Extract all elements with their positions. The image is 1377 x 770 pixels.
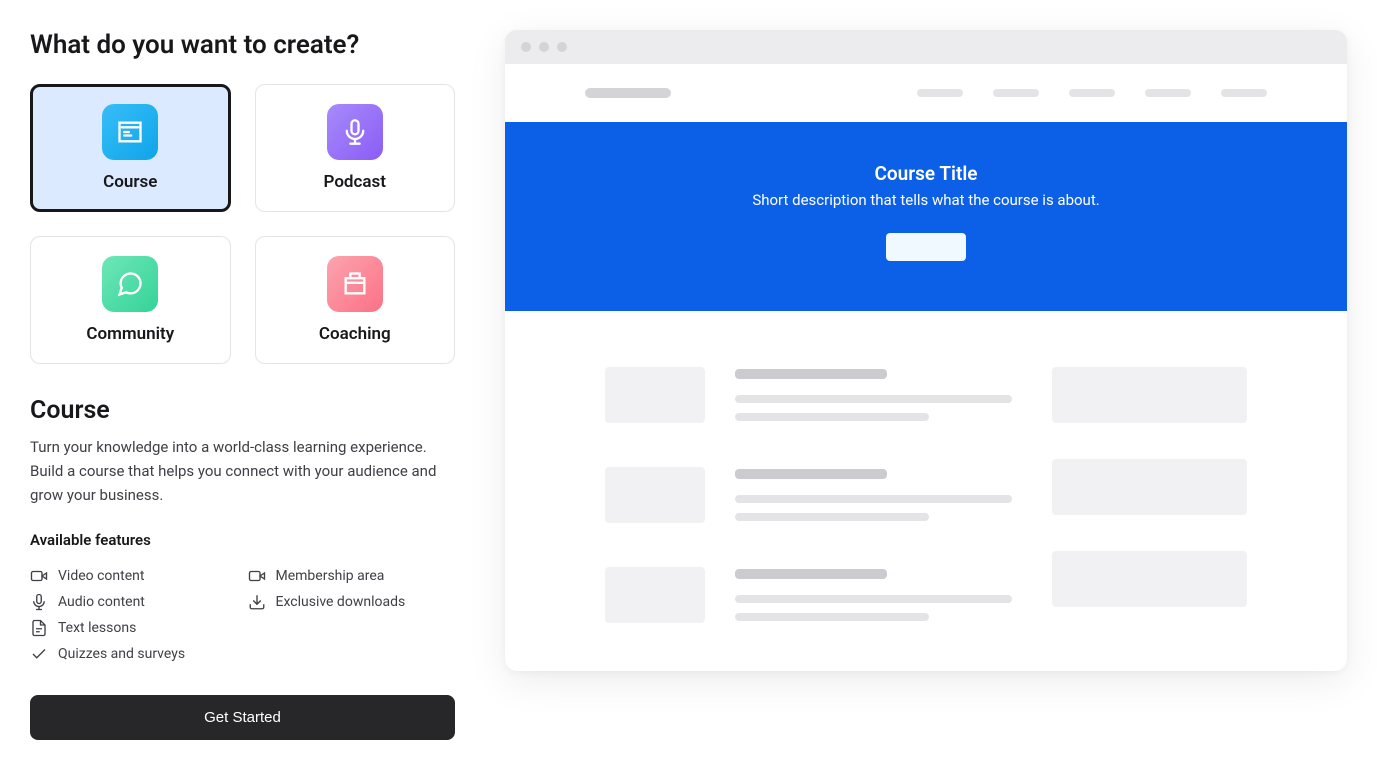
line-placeholder [735,613,929,621]
hero-subtitle: Short description that tells what the co… [525,191,1327,209]
nav-link-placeholder [1145,89,1191,97]
video-icon [248,567,266,585]
content-row [605,367,1012,431]
preview-content [505,311,1347,671]
coaching-icon [327,256,383,312]
text-placeholder [735,367,1012,431]
hero-button-placeholder [886,233,966,261]
feature-label: Quizzes and surveys [58,646,185,662]
line-placeholder [735,495,1012,503]
type-card-community[interactable]: Community [30,236,231,364]
feature-audio: Audio content [30,589,238,615]
feature-label: Text lessons [58,620,136,636]
check-icon [30,645,48,663]
feature-downloads: Exclusive downloads [248,589,456,615]
microphone-icon [30,593,48,611]
selected-type-description: Turn your knowledge into a world-class l… [30,435,455,507]
line-placeholder [735,569,887,579]
thumb-placeholder [605,467,705,523]
selected-type-heading: Course [30,396,455,425]
feature-label: Video content [58,568,144,584]
type-card-coaching[interactable]: Coaching [255,236,456,364]
sidebar-box-placeholder [1052,459,1247,515]
content-row [605,567,1012,631]
nav-links [917,89,1267,97]
type-label: Coaching [319,324,391,344]
feature-label: Audio content [58,594,145,610]
features-heading: Available features [30,531,455,549]
thumb-placeholder [605,367,705,423]
text-placeholder [735,567,1012,631]
type-label: Community [86,324,174,344]
nav-link-placeholder [1069,89,1115,97]
hero-title: Course Title [525,162,1327,185]
window-titlebar [505,30,1347,64]
get-started-button[interactable]: Get Started [30,695,455,740]
feature-label: Membership area [276,568,385,584]
sidebar-box-placeholder [1052,367,1247,423]
document-icon [30,619,48,637]
line-placeholder [735,413,929,421]
video-icon [30,567,48,585]
feature-video: Video content [30,563,238,589]
line-placeholder [735,395,1012,403]
line-placeholder [735,595,1012,603]
window-dot [539,42,549,52]
product-type-grid: Course Podcast Community Coaching [30,84,455,364]
line-placeholder [735,469,887,479]
sidebar-box-placeholder [1052,551,1247,607]
line-placeholder [735,369,887,379]
preview-hero: Course Title Short description that tell… [505,122,1347,311]
preview-navbar [505,64,1347,122]
feature-membership: Membership area [248,563,456,589]
nav-link-placeholder [917,89,963,97]
course-icon [102,104,158,160]
page-heading: What do you want to create? [30,30,455,60]
nav-logo-placeholder [585,88,671,98]
podcast-icon [327,104,383,160]
type-label: Podcast [324,172,386,192]
nav-link-placeholder [993,89,1039,97]
line-placeholder [735,513,929,521]
preview-window: Course Title Short description that tell… [505,30,1347,671]
thumb-placeholder [605,567,705,623]
type-card-podcast[interactable]: Podcast [255,84,456,212]
feature-quizzes: Quizzes and surveys [30,641,238,667]
nav-link-placeholder [1221,89,1267,97]
type-card-course[interactable]: Course [30,84,231,212]
download-icon [248,593,266,611]
type-label: Course [103,172,157,192]
text-placeholder [735,467,1012,531]
window-dot [521,42,531,52]
content-sidebar [1052,367,1247,631]
community-icon [102,256,158,312]
feature-text: Text lessons [30,615,238,641]
feature-label: Exclusive downloads [276,594,406,610]
window-dot [557,42,567,52]
features-list: Video content Audio content Text lessons… [30,563,455,667]
content-row [605,467,1012,531]
content-list [605,367,1012,631]
